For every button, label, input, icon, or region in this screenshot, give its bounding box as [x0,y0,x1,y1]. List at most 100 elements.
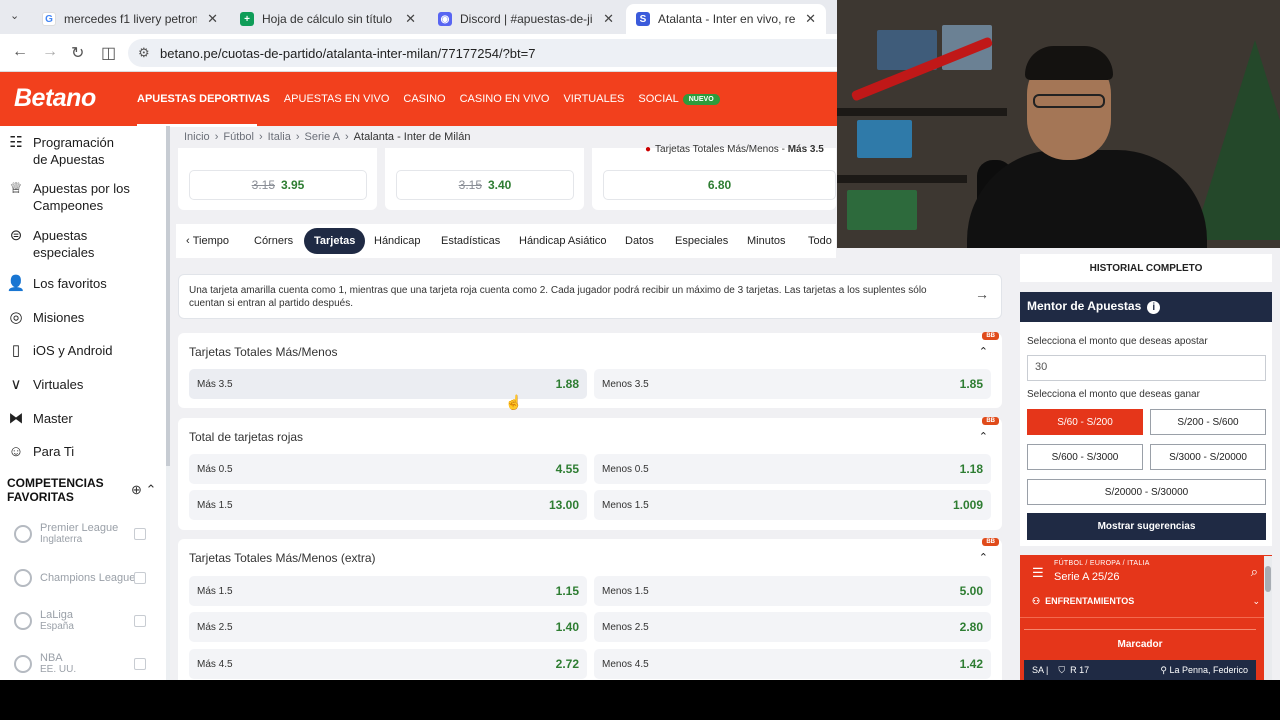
range-button-3000-20000[interactable]: S/3000 - S/20000 [1150,444,1266,470]
odd-button[interactable]: Más 3.5 1.88 [189,369,587,399]
sidebar-item-campeones[interactable]: ♕ Apuestas por los Campeones [6,180,131,214]
chevron-up-icon[interactable]: ⌃ [979,430,988,443]
sidebar-scrollbar[interactable] [166,126,170,680]
scrollbar-thumb[interactable] [1265,566,1271,592]
tab-todo[interactable]: Todo [798,228,842,254]
bet-amount-input[interactable]: 30 [1027,355,1266,381]
tab-handicap-asiatico[interactable]: Hándicap Asiático [509,228,616,254]
arrow-right-icon[interactable]: → [975,287,989,301]
favorite-checkbox[interactable] [134,615,146,627]
odd-button[interactable]: Menos 1.5 1.009 [594,490,991,520]
info-icon[interactable]: i [1147,301,1161,314]
breadcrumb-futbol[interactable]: Fútbol [223,131,254,143]
breadcrumb-serie-a[interactable]: Serie A [305,131,340,143]
close-tab-icon[interactable]: ✕ [603,11,614,27]
league-premier[interactable]: Premier League Inglaterra [14,522,146,545]
favorite-checkbox[interactable] [134,572,146,584]
odd-button[interactable]: Menos 2.5 2.80 [594,612,991,642]
tab-handicap[interactable]: Hándicap [364,228,430,254]
tab-corners[interactable]: Córners [244,228,303,254]
sidebar-item-favoritos[interactable]: 👤 Los favoritos [6,275,107,293]
hamburger-menu-icon[interactable]: ☰ [1032,565,1044,581]
back-icon[interactable]: ← [12,43,28,61]
breadcrumb-italia[interactable]: Italia [268,131,291,143]
odd-button[interactable]: Más 1.5 13.00 [189,490,587,520]
old-odd: 3.15 [251,178,275,192]
tab-tiempo[interactable]: ‹ Tiempo [176,228,239,254]
range-button-60-200[interactable]: S/60 - S/200 [1027,409,1143,435]
browser-tab-google[interactable]: G mercedes f1 livery petronas 20 ✕ [32,4,228,34]
chevron-up-icon[interactable]: ⌃ [979,551,988,564]
sidebar-item-virtuales[interactable]: ∨ Virtuales [6,376,84,394]
mostrar-sugerencias-button[interactable]: Mostrar sugerencias [1027,513,1266,540]
forward-icon[interactable]: → [42,43,58,61]
league-nba[interactable]: NBA EE. UU. [14,652,146,675]
odd-button[interactable]: Más 2.5 1.40 [189,612,587,642]
close-tab-icon[interactable]: ✕ [405,11,416,27]
nav-social[interactable]: SOCIAL NUEVO [638,93,720,105]
right-scrollbar[interactable] [1264,556,1272,680]
top-odd-button-3[interactable]: 6.80 [603,170,836,200]
live-path: FÚTBOL / EUROPA / ITALIA [1054,560,1150,567]
nav-casino[interactable]: CASINO [403,93,445,105]
site-info-icon[interactable]: ⚙ [138,45,150,61]
browser-tab-discord[interactable]: ◉ Discord | #apuestas-de-jimmyp ✕ [428,4,624,34]
odd-button[interactable]: Más 0.5 4.55 [189,454,587,484]
match-info-line: SA | ⛉ R 17 ⚲ La Penna, Federico [1024,660,1256,680]
reload-icon[interactable]: ↻ [71,43,84,63]
sidebar-item-para-ti[interactable]: ☺ Para Ti [6,443,74,461]
tab-datos[interactable]: Datos [615,228,664,254]
add-collapse-icon[interactable]: ⊕ ⌃ [131,482,156,498]
hand-cursor-icon: ☝ [505,394,523,410]
sidebar-item-master[interactable]: ⧓ Master [6,410,73,428]
betano-logo[interactable]: Betano [14,84,96,113]
tab-tarjetas[interactable]: Tarjetas [304,228,366,254]
league-champions[interactable]: Champions League [14,569,146,587]
nav-virtuales[interactable]: VIRTUALES [563,93,624,105]
nav-casino-en-vivo[interactable]: CASINO EN VIVO [460,93,550,105]
league-laliga[interactable]: LaLiga España [14,609,146,632]
odd-button[interactable]: Más 1.5 1.15 [189,576,587,606]
top-odd-button-2[interactable]: 3.15 3.40 [396,170,574,200]
breadcrumb-inicio[interactable]: Inicio [184,131,210,143]
range-button-600-3000[interactable]: S/600 - S/3000 [1027,444,1143,470]
sidebar-item-ios-android[interactable]: ▯ iOS y Android [6,342,113,360]
tab-estadisticas[interactable]: Estadísticas [431,228,510,254]
historial-completo-button[interactable]: HISTORIAL COMPLETO [1020,254,1272,282]
browser-tab-sheets[interactable]: + Hoja de cálculo sin título - Hoja ✕ [230,4,426,34]
odd-button[interactable]: Menos 3.5 1.85 [594,369,991,399]
cards-info-box[interactable]: Una tarjeta amarilla cuenta como 1, mien… [178,274,1002,319]
marcador-tab[interactable]: Marcador [1024,629,1256,659]
round-label: R 17 [1070,664,1090,675]
nav-apuestas-deportivas[interactable]: APUESTAS DEPORTIVAS [137,93,270,105]
browser-tab-flashscore[interactable]: S Atalanta - Inter en vivo, resultad ✕ [626,4,826,34]
close-tab-icon[interactable]: ✕ [805,11,816,27]
chevron-up-icon[interactable]: ⌃ [979,345,988,358]
live-league[interactable]: Serie A 25/26 [1054,571,1119,583]
chevron-down-icon[interactable]: ⌄ [1252,596,1260,607]
odd-button[interactable]: Menos 4.5 1.42 [594,649,991,679]
sidebar-item-misiones[interactable]: ◎ Misiones [6,309,84,327]
nav-apuestas-en-vivo[interactable]: APUESTAS EN VIVO [284,93,390,105]
close-tab-icon[interactable]: ✕ [207,11,218,27]
favorite-checkbox[interactable] [134,658,146,670]
odd-label: Menos 4.5 [602,658,649,670]
tab-especiales[interactable]: Especiales [665,228,738,254]
enfrentamientos-link[interactable]: ⚇ ENFRENTAMIENTOS [1032,596,1134,607]
odd-button[interactable]: Menos 1.5 5.00 [594,576,991,606]
sidebar-item-especiales[interactable]: ⊜ Apuestas especiales [6,227,131,261]
range-button-200-600[interactable]: S/200 - S/600 [1150,409,1266,435]
range-button-20000-30000[interactable]: S/20000 - S/30000 [1027,479,1266,505]
basketball-icon [14,654,32,673]
favorite-checkbox[interactable] [134,528,146,540]
tab-search-icon[interactable]: ⌄ [10,9,19,22]
split-view-icon[interactable]: ◫ [101,43,116,63]
sidebar-item-programacion[interactable]: ☷ Programación de Apuestas [6,134,131,168]
streamer-glasses [1033,94,1105,108]
top-odd-button-1[interactable]: 3.15 3.95 [189,170,367,200]
scrollbar-thumb[interactable] [166,126,170,466]
odd-button[interactable]: Más 4.5 2.72 [189,649,587,679]
tab-minutos[interactable]: Minutos [737,228,796,254]
odd-button[interactable]: Menos 0.5 1.18 [594,454,991,484]
search-icon[interactable]: ⌕ [1251,564,1258,580]
